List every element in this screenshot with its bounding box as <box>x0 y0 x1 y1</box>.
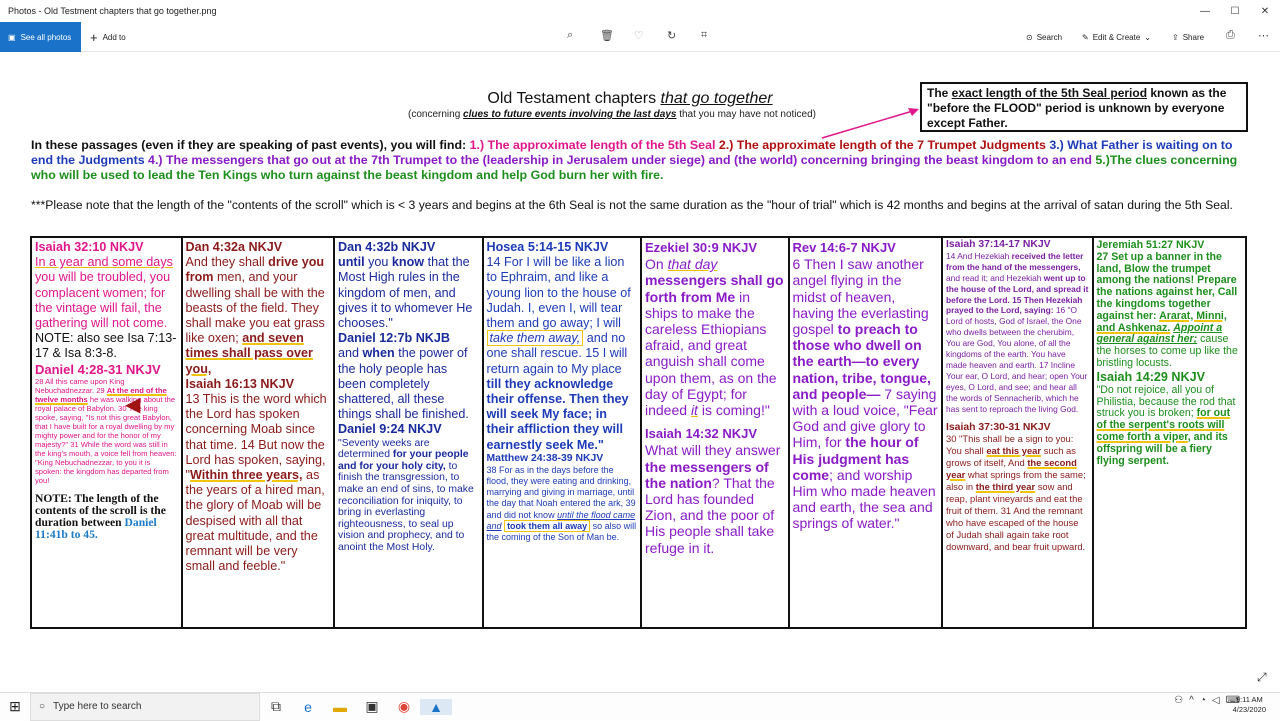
column-heading: Dan 4:32b NKJV <box>338 240 436 254</box>
edit-create-button[interactable]: ✎ Edit & Create ⌄ <box>1082 22 1151 52</box>
share-icon: ⇪ <box>1172 32 1179 42</box>
edit-create-label: Edit & Create <box>1092 32 1141 42</box>
column-text: What will they answer the messengers of … <box>645 442 781 556</box>
share-button[interactable]: ⇪ Share <box>1172 22 1204 52</box>
column-hosea-5: Hosea 5:14-15 NKJV 14 For I will be like… <box>484 238 642 627</box>
taskbar-clock[interactable]: 9:11 AM 4/23/2020 <box>1233 695 1266 715</box>
column-heading: Isaiah 37:14-17 NKJV <box>946 239 1051 250</box>
see-all-photos-button[interactable]: ▣ See all photos <box>0 22 81 52</box>
clock-date: 4/23/2020 <box>1232 705 1266 714</box>
search-button[interactable]: ⊙ Search <box>1026 22 1062 52</box>
column-jeremiah-51: Jeremiah 51:27 NKJV 27 Set up a banner i… <box>1094 238 1246 627</box>
favorite-icon[interactable]: ♡ <box>634 29 644 42</box>
column-text: 27 Set up a banner in the land, Blow the… <box>1096 250 1238 369</box>
toolbar: ▣ See all photos + Add to ⌕ 🗑 ♡ ↻ ⌗ ⊙ Se… <box>0 22 1280 52</box>
photos-icon: ▣ <box>8 32 16 42</box>
column-heading: Isaiah 16:13 NKJV <box>185 376 295 391</box>
column-rev-14: Rev 14:6-7 NKJV 6 Then I saw another ang… <box>790 238 944 627</box>
taskbar: ⊞ ○ Type here to search ⧉ e ▬ ▣ ◉ ▲ ⚇ ^ … <box>0 692 1280 721</box>
column-heading: Daniel 12:7b NKJB <box>338 331 450 346</box>
rotate-icon[interactable]: ↻ <box>667 29 676 42</box>
column-heading: Isaiah 14:29 NKJV <box>1096 369 1206 384</box>
column-text: NOTE: also see Isa 7:13-17 & Isa 8:3-8. <box>35 331 177 361</box>
intro-paragraph: In these passages (even if they are spea… <box>31 138 1238 182</box>
chevron-down-icon: ⌄ <box>1144 32 1151 42</box>
edge-icon[interactable]: e <box>292 699 324 715</box>
column-ezekiel-30: Ezekiel 30:9 NKJV On that day messengers… <box>642 238 790 627</box>
file-explorer-icon[interactable]: ▬ <box>324 699 356 715</box>
column-dan-4-32a: Dan 4:32a NKJV And they shall drive you … <box>183 238 335 627</box>
photos-app-icon[interactable]: ▲ <box>420 698 452 715</box>
column-text: and when the power of the holy people ha… <box>338 346 469 422</box>
column-text: 38 For as in the days before the flood, … <box>486 464 637 543</box>
delete-icon[interactable]: 🗑 <box>600 29 614 42</box>
add-to-label: Add to <box>102 32 126 42</box>
store-icon[interactable]: ▣ <box>356 698 388 715</box>
clock-time: 9:11 AM <box>1235 695 1263 704</box>
add-to-button[interactable]: + Add to <box>90 22 126 52</box>
task-view-icon[interactable]: ⧉ <box>260 698 292 715</box>
column-heading: Rev 14:6-7 NKJV <box>792 240 896 255</box>
search-label: Search <box>1036 32 1063 42</box>
column-text: until you know that the Most High rules … <box>338 255 473 331</box>
close-button[interactable]: ✕ <box>1250 6 1280 17</box>
network-icon[interactable]: ◔ <box>1200 695 1206 706</box>
window-title: Photos - Old Testment chapters that go t… <box>8 6 217 16</box>
column-isaiah-37: Isaiah 37:14-17 NKJV 14 And Hezekiah rec… <box>943 238 1094 627</box>
edit-icon: ✎ <box>1082 32 1089 42</box>
column-heading: Isaiah 37:30-31 NKJV <box>946 421 1051 433</box>
plus-icon: + <box>90 29 98 45</box>
column-text: "Seventy weeks are determined for your p… <box>338 437 474 553</box>
column-dan-4-32b: Dan 4:32b NKJV until you know that the M… <box>335 238 484 627</box>
column-heading: Matthew 24:38-39 NKJV <box>486 452 604 464</box>
column-text: 30 "This shall be a sign to you: You sha… <box>946 433 1086 553</box>
pink-arrow <box>821 108 919 139</box>
column-text: "Do not rejoice, all you of Philistia, b… <box>1096 383 1236 467</box>
search-icon: ○ <box>39 701 46 712</box>
column-text: On that day messengers shall go forth fr… <box>645 256 784 419</box>
column-text: 28 All this came upon King Nebuchadnezza… <box>35 376 177 485</box>
column-text: 13 This is the word which the Lord has s… <box>185 392 327 574</box>
maximize-button[interactable]: ☐ <box>1220 6 1250 17</box>
volume-icon[interactable]: ◁ <box>1212 695 1220 706</box>
column-heading: Isaiah 14:32 NKJV <box>645 426 758 442</box>
scroll-note: NOTE: The length of the contents of the … <box>35 491 166 541</box>
image-canvas: Old Testament chapters that go together … <box>0 52 1280 692</box>
column-heading: Dan 4:32a NKJV <box>185 240 283 254</box>
column-heading: Daniel 9:24 NKJV <box>338 422 442 437</box>
search-icon: ⊙ <box>1026 32 1033 42</box>
column-text: 14 And Hezekiah received the letter from… <box>946 250 1089 414</box>
people-icon[interactable]: ⚇ <box>1174 695 1183 706</box>
print-icon[interactable]: ⎙ <box>1226 29 1235 42</box>
seal-callout: The exact length of the 5th Seal period … <box>920 82 1248 132</box>
taskbar-search-placeholder: Type here to search <box>53 701 142 712</box>
taskbar-search[interactable]: ○ Type here to search <box>30 692 260 721</box>
chrome-icon[interactable]: ◉ <box>388 698 420 715</box>
system-tray: ⚇ ^ ◔ ◁ ⌨ <box>1174 695 1240 706</box>
chevron-up-icon[interactable]: ^ <box>1189 695 1194 706</box>
scripture-columns: Isaiah 32:10 NKJV In a year and some day… <box>30 236 1247 629</box>
column-heading: Isaiah 32:10 NKJV <box>35 240 144 254</box>
column-heading: Hosea 5:14-15 NKJV <box>486 240 609 254</box>
see-all-photos-label: See all photos <box>20 32 72 42</box>
more-icon[interactable]: ⋯ <box>1258 29 1269 42</box>
column-heading: Daniel 4:28-31 NKJV <box>35 361 161 377</box>
column-text: In a year and some days you will be trou… <box>35 255 173 331</box>
expand-icon[interactable]: ⤢ <box>1257 670 1267 685</box>
minimize-button[interactable]: — <box>1190 6 1220 17</box>
crop-icon[interactable]: ⌗ <box>701 29 707 42</box>
zoom-icon[interactable]: ⌕ <box>567 29 573 42</box>
red-arrow-icon: ◀ <box>125 394 141 416</box>
title-bar: Photos - Old Testment chapters that go t… <box>0 0 1280 22</box>
share-label: Share <box>1182 32 1205 42</box>
column-text: 14 For I will be like a lion to Ephraim,… <box>486 255 631 452</box>
windows-start-icon[interactable]: ⊞ <box>0 698 30 715</box>
column-isaiah-32: Isaiah 32:10 NKJV In a year and some day… <box>32 238 183 627</box>
column-text: 6 Then I saw another angel flying in the… <box>792 256 938 532</box>
column-heading: Ezekiel 30:9 NKJV <box>645 240 758 255</box>
column-text: And they shall drive you from men, and y… <box>185 255 325 376</box>
note-paragraph: ***Please note that the length of the "c… <box>31 198 1233 212</box>
